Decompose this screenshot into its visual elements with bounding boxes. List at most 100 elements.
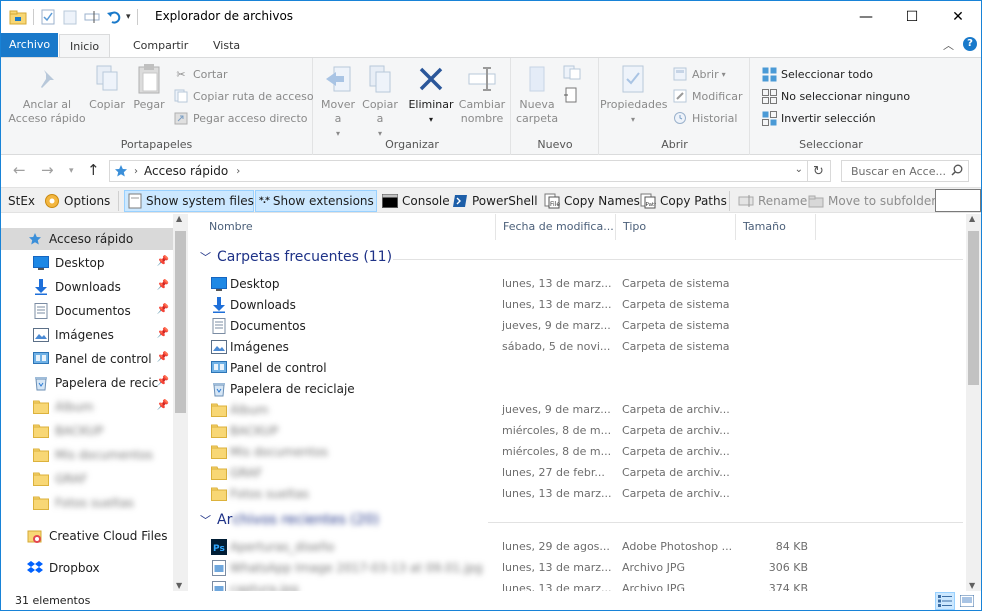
- pin-icon[interactable]: 📌: [157, 256, 169, 267]
- scroll-up-arrow-icon[interactable]: ▲: [176, 214, 182, 223]
- paste-button[interactable]: Pegar: [129, 62, 169, 112]
- move-to-button[interactable]: Mover a ▾: [318, 62, 358, 141]
- scroll-up-arrow-icon-r[interactable]: ▲: [969, 214, 975, 223]
- easy-access-icon[interactable]: [562, 86, 584, 104]
- large-icons-view-button[interactable]: [957, 592, 977, 610]
- tab-inicio[interactable]: Inicio: [59, 34, 111, 57]
- pin-icon[interactable]: 📌: [157, 304, 169, 315]
- nav-item[interactable]: Álbum 📌: [1, 396, 173, 418]
- list-item[interactable]: Papelera de reciclaje: [188, 378, 968, 399]
- group-collapse-chevron-icon-2[interactable]: ﹀: [200, 512, 211, 528]
- pin-quick-access-button[interactable]: Anclar al Acceso rápido: [7, 62, 87, 126]
- refresh-button[interactable]: ↻: [807, 160, 831, 182]
- column-header-size[interactable]: Tamaño: [736, 214, 816, 240]
- list-item[interactable]: WhatsApp Image 2017-03-13 at 09.01.jpg lu…: [188, 557, 968, 578]
- rename-button[interactable]: Cambiar nombre: [458, 62, 506, 126]
- paste-shortcut-button[interactable]: Pegar acceso directo: [173, 110, 308, 126]
- copy-paths-button[interactable]: Path Copy Paths: [637, 190, 730, 212]
- tab-vista[interactable]: Vista: [203, 34, 250, 57]
- copy-path-button[interactable]: Copiar ruta de acceso: [173, 88, 314, 104]
- address-bar[interactable]: › Acceso rápido › ⌄: [109, 160, 808, 182]
- help-icon[interactable]: ?: [963, 37, 977, 51]
- pin-icon[interactable]: 📌: [157, 352, 169, 363]
- list-item[interactable]: Fotos sueltas lunes, 13 de marz... Carpeta…: [188, 483, 968, 504]
- properties-qa-icon[interactable]: [40, 9, 56, 25]
- up-arrow-icon[interactable]: ↑: [87, 161, 100, 179]
- rename-qa-icon[interactable]: [84, 9, 100, 25]
- forward-arrow-icon[interactable]: →: [41, 161, 54, 179]
- nav-item[interactable]: Imágenes 📌: [1, 324, 173, 346]
- scroll-down-arrow-icon-r[interactable]: ▼: [969, 581, 975, 590]
- column-header-name[interactable]: Nombre: [202, 214, 496, 240]
- group-collapse-chevron-icon[interactable]: ﹀: [200, 249, 211, 265]
- show-system-files-toggle[interactable]: Show system files: [124, 190, 254, 212]
- nav-item[interactable]: Desktop 📌: [1, 252, 173, 274]
- stex-input-box[interactable]: [935, 189, 981, 212]
- new-folder-qa-icon[interactable]: [62, 9, 78, 25]
- minimize-button[interactable]: —: [843, 1, 889, 32]
- copy-button[interactable]: Copiar: [87, 62, 127, 112]
- list-item[interactable]: Imágenes sábado, 5 de novi... Carpeta de s…: [188, 336, 968, 357]
- file-list-scrollbar-thumb[interactable]: [968, 231, 979, 385]
- edit-button[interactable]: Modificar: [672, 88, 743, 104]
- select-all-button[interactable]: Seleccionar todo: [761, 66, 873, 82]
- rename-stex-button[interactable]: Rename: [735, 190, 810, 212]
- pin-icon[interactable]: 📌: [157, 376, 169, 387]
- group-header-recent[interactable]: ﹀ Ar chivos recientes (20): [200, 512, 379, 528]
- move-to-subfolder-button[interactable]: Move to subfolder: [805, 190, 939, 212]
- nav-scrollbar-thumb[interactable]: [175, 231, 186, 413]
- breadcrumb-path[interactable]: Acceso rápido: [144, 164, 228, 178]
- list-item[interactable]: Desktop lunes, 13 de marz... Carpeta de si…: [188, 273, 968, 294]
- tab-compartir[interactable]: Compartir: [123, 34, 198, 57]
- delete-button[interactable]: Eliminar ▾: [408, 62, 454, 127]
- maximize-button[interactable]: ☐: [889, 1, 935, 32]
- search-input[interactable]: Buscar en Acce...: [841, 160, 969, 182]
- list-item[interactable]: Panel de control: [188, 357, 968, 378]
- options-button[interactable]: Options: [41, 190, 113, 212]
- copy-to-button[interactable]: Copiar a ▾: [360, 62, 400, 141]
- properties-button[interactable]: Propiedades ▾: [600, 62, 667, 127]
- nav-scrollbar[interactable]: ▲ ▼: [173, 214, 188, 592]
- pin-icon[interactable]: 📌: [157, 280, 169, 291]
- copy-names-button[interactable]: File Copy Names: [541, 190, 643, 212]
- collapse-ribbon-chevron-icon[interactable]: ︿: [943, 37, 954, 53]
- nav-item[interactable]: Downloads 📌: [1, 276, 173, 298]
- list-item[interactable]: Álbum jueves, 9 de marz... Carpeta de arch…: [188, 399, 968, 420]
- address-history-chevron-icon[interactable]: ⌄: [795, 164, 803, 175]
- nav-item[interactable]: GRAF: [1, 468, 173, 490]
- customize-qa-chevron-icon[interactable]: ▾: [126, 12, 131, 22]
- close-button[interactable]: ✕: [935, 1, 981, 32]
- nav-item-quick-access[interactable]: Acceso rápido: [1, 228, 173, 250]
- open-button[interactable]: Abrir ▾: [672, 66, 726, 82]
- list-item[interactable]: Mis documentos miércoles, 8 de m... Carpet…: [188, 441, 968, 462]
- column-header-type[interactable]: Tipo: [616, 214, 736, 240]
- new-folder-button[interactable]: Nueva carpeta: [516, 62, 558, 126]
- list-item[interactable]: Ps Aperturas_diseño lunes, 29 de agos... Ad…: [188, 536, 968, 557]
- undo-icon[interactable]: [106, 9, 122, 25]
- column-header-date[interactable]: Fecha de modifica...: [496, 214, 616, 240]
- console-button[interactable]: Console: [379, 190, 453, 212]
- back-arrow-icon[interactable]: ←: [13, 161, 26, 179]
- list-item[interactable]: captura.jpg lunes, 13 de marz... Archivo J…: [188, 578, 968, 592]
- invert-selection-button[interactable]: Invertir selección: [761, 110, 876, 126]
- group-header-frequent[interactable]: ﹀ Carpetas frecuentes (11): [200, 249, 392, 265]
- details-view-button[interactable]: [935, 592, 955, 610]
- list-item[interactable]: Downloads lunes, 13 de marz... Carpeta de …: [188, 294, 968, 315]
- cut-button[interactable]: ✂ Cortar: [173, 66, 227, 82]
- new-item-icon[interactable]: [562, 64, 584, 82]
- scroll-down-arrow-icon[interactable]: ▼: [176, 581, 182, 590]
- list-item[interactable]: Documentos jueves, 9 de marz... Carpeta de…: [188, 315, 968, 336]
- nav-item-dropbox[interactable]: Dropbox: [1, 557, 173, 579]
- history-button[interactable]: Historial: [672, 110, 737, 126]
- nav-item-creative-cloud[interactable]: Creative Cloud Files: [1, 525, 173, 547]
- recent-locations-chevron-icon[interactable]: ▾: [69, 166, 74, 176]
- nav-item[interactable]: Papelera de reciclaje📌: [1, 372, 173, 394]
- nav-item[interactable]: Documentos 📌: [1, 300, 173, 322]
- pin-icon[interactable]: 📌: [157, 400, 169, 411]
- show-extensions-toggle[interactable]: *.* Show extensions: [255, 190, 377, 212]
- powershell-button[interactable]: PowerShell: [449, 190, 541, 212]
- nav-item[interactable]: Mis documentos: [1, 444, 173, 466]
- list-item[interactable]: BACKUP miércoles, 8 de m... Carpeta de arc…: [188, 420, 968, 441]
- nav-item[interactable]: BACKUP: [1, 420, 173, 442]
- nav-item[interactable]: Panel de control 📌: [1, 348, 173, 370]
